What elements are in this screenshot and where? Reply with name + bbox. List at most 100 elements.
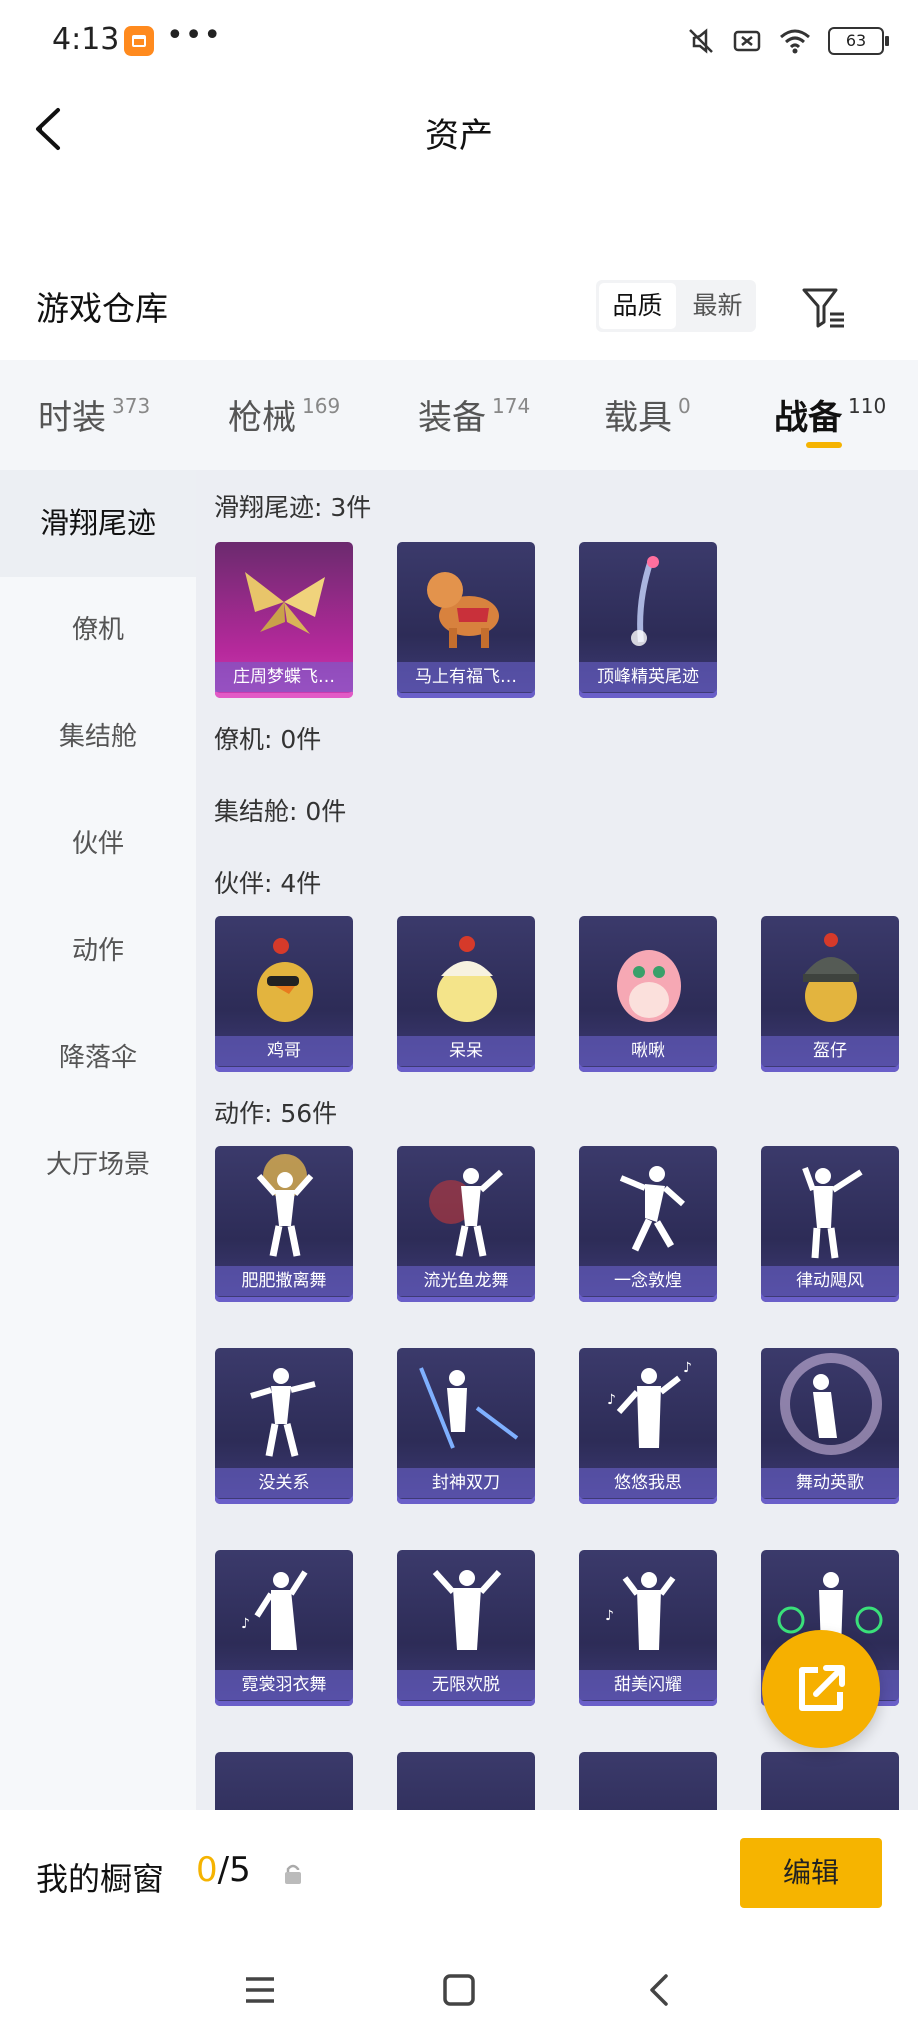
tab-vehicles[interactable]: 载具 0 xyxy=(604,390,691,439)
item-card[interactable]: 舞动英歌 xyxy=(761,1348,899,1504)
status-icons: 63 xyxy=(686,26,889,56)
dancer-art xyxy=(780,1353,882,1455)
sort-quality-button[interactable]: 品质 xyxy=(599,283,676,329)
sidebar: 滑翔尾迹 僚机 集结舱 伙伴 动作 降落伞 大厅场景 xyxy=(0,470,196,1810)
section-title-pod: 集结舱: 0件 xyxy=(214,797,347,826)
trail-art xyxy=(631,556,659,646)
tab-fashion[interactable]: 时装 373 xyxy=(38,390,150,439)
share-icon xyxy=(799,1665,845,1711)
top-nav: 资产 xyxy=(0,84,918,174)
sidebar-item-wingman[interactable]: 僚机 xyxy=(0,577,196,684)
item-card[interactable]: 啾啾 xyxy=(579,916,717,1072)
horse-art xyxy=(427,572,499,648)
dancer-art xyxy=(429,1168,504,1257)
item-card[interactable] xyxy=(761,1752,899,1810)
menu-icon[interactable] xyxy=(240,1970,280,2010)
shopping-bag-icon xyxy=(124,26,154,56)
item-card[interactable]: 马上有福飞… xyxy=(397,542,535,698)
filter-icon[interactable] xyxy=(800,282,850,332)
item-name: 悠悠我思 xyxy=(579,1468,717,1498)
tab-count: 373 xyxy=(112,394,151,418)
sidebar-item-emote[interactable]: 动作 xyxy=(0,898,196,1005)
showcase-total: /5 xyxy=(217,1850,251,1890)
tab-label: 装备 xyxy=(418,398,486,438)
section-title-glide: 滑翔尾迹: 3件 xyxy=(214,493,372,522)
sim-off-icon xyxy=(733,30,761,52)
item-name: 封神双刀 xyxy=(397,1468,535,1498)
tab-count: 0 xyxy=(678,394,691,418)
dancer-art xyxy=(419,1367,519,1449)
sidebar-item-pod[interactable]: 集结舱 xyxy=(0,684,196,791)
chick-art xyxy=(437,936,497,1022)
item-card[interactable]: ♪ 霓裳羽衣舞 xyxy=(215,1550,353,1706)
sidebar-item-partner[interactable]: 伙伴 xyxy=(0,791,196,898)
item-card[interactable]: 一念敦煌 xyxy=(579,1146,717,1302)
svg-text:♪: ♪ xyxy=(605,1608,614,1624)
section-title-partner: 伙伴: 4件 xyxy=(214,869,322,898)
item-card[interactable]: 无限欢脱 xyxy=(397,1550,535,1706)
item-card[interactable] xyxy=(215,1752,353,1810)
item-name: 没关系 xyxy=(215,1468,353,1498)
item-name: 流光鱼龙舞 xyxy=(397,1266,535,1296)
svg-text:♪: ♪ xyxy=(683,1360,692,1376)
svg-text:♪: ♪ xyxy=(607,1392,616,1408)
item-name: 甜美闪耀 xyxy=(579,1670,717,1700)
item-name: 霓裳羽衣舞 xyxy=(215,1670,353,1700)
status-time: 4:13 xyxy=(52,22,120,57)
showcase-label: 我的橱窗 xyxy=(36,1860,165,1898)
helmet-chick-art xyxy=(803,933,859,1022)
showcase-bar: 我的橱窗 0/5 编辑 xyxy=(0,1810,918,1940)
item-card[interactable]: 呆呆 xyxy=(397,916,535,1072)
back-icon[interactable] xyxy=(640,1970,680,2010)
item-name: 呆呆 xyxy=(397,1036,535,1066)
category-tabs: 时装 373 枪械 169 装备 174 载具 0 战备 110 xyxy=(0,360,918,470)
wifi-icon xyxy=(780,29,810,54)
tab-guns[interactable]: 枪械 169 xyxy=(228,390,340,439)
dancer-art xyxy=(432,1569,502,1650)
active-tab-indicator xyxy=(806,442,842,448)
showcase-current: 0 xyxy=(196,1850,218,1890)
tab-equipment[interactable]: 装备 174 xyxy=(418,390,530,439)
item-card[interactable]: 封神双刀 xyxy=(397,1348,535,1504)
sort-toggle: 品质 最新 xyxy=(596,280,756,332)
item-name: 顶峰精英尾迹 xyxy=(579,662,717,692)
item-name: 啾啾 xyxy=(579,1036,717,1066)
sidebar-item-glide-trail[interactable]: 滑翔尾迹 xyxy=(0,470,196,577)
sidebar-item-lobby-scene[interactable]: 大厅场景 xyxy=(0,1112,196,1219)
item-name: 舞动英歌 xyxy=(761,1468,899,1498)
item-card[interactable]: 律动飓风 xyxy=(761,1146,899,1302)
item-card[interactable]: 鸡哥 xyxy=(215,916,353,1072)
item-card[interactable] xyxy=(397,1752,535,1810)
item-card[interactable]: 庄周梦蝶飞… xyxy=(215,542,353,698)
item-card[interactable]: 流光鱼龙舞 xyxy=(397,1146,535,1302)
item-card[interactable]: 肥肥撒离舞 xyxy=(215,1146,353,1302)
tab-count: 174 xyxy=(492,394,531,418)
item-card[interactable]: 顶峰精英尾迹 xyxy=(579,542,717,698)
dancer-art: ♪ xyxy=(241,1570,308,1650)
share-button[interactable] xyxy=(762,1630,880,1748)
dancer-art xyxy=(802,1166,863,1259)
sort-newest-button[interactable]: 最新 xyxy=(679,280,756,332)
item-name: 一念敦煌 xyxy=(579,1266,717,1296)
item-card[interactable]: ♪ 甜美闪耀 xyxy=(579,1550,717,1706)
tab-label: 时装 xyxy=(38,398,106,438)
section-title-emote: 动作: 56件 xyxy=(214,1099,338,1128)
edit-button[interactable]: 编辑 xyxy=(740,1838,882,1908)
tab-label: 枪械 xyxy=(228,398,296,438)
home-icon[interactable] xyxy=(439,1970,479,2010)
item-card[interactable] xyxy=(579,1752,717,1810)
sidebar-item-parachute[interactable]: 降落伞 xyxy=(0,1005,196,1112)
tab-readiness[interactable]: 战备 110 xyxy=(774,390,886,439)
page-title: 资产 xyxy=(425,116,493,156)
dancer-art: ♪♪ xyxy=(607,1360,692,1448)
chicken-art xyxy=(257,938,313,1022)
showcase-count: 0/5 xyxy=(196,1850,251,1890)
item-card[interactable]: ♪ ♪ 悠悠我思 xyxy=(579,1348,717,1504)
tab-count: 169 xyxy=(302,394,341,418)
item-name: 律动飓风 xyxy=(761,1266,899,1296)
item-name: 马上有福飞… xyxy=(397,662,535,692)
item-card[interactable]: 没关系 xyxy=(215,1348,353,1504)
item-card[interactable]: 盔仔 xyxy=(761,916,899,1072)
item-name: 盔仔 xyxy=(761,1036,899,1066)
tab-label: 战备 xyxy=(774,398,842,438)
